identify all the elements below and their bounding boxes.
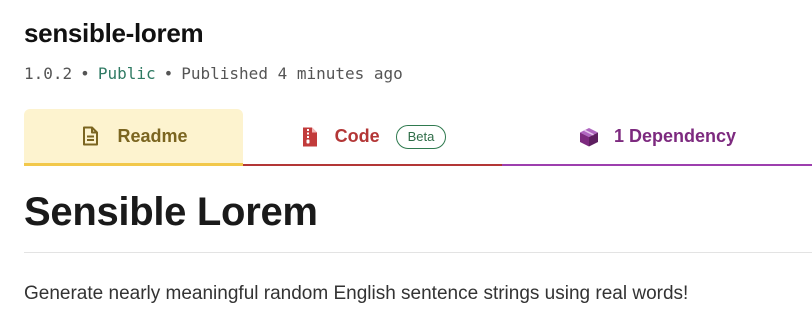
tab-code-label: Code	[334, 126, 380, 146]
code-file-icon	[299, 126, 321, 148]
tab-readme[interactable]: Readme	[24, 109, 243, 166]
readme-description: Generate nearly meaningful random Englis…	[24, 283, 689, 304]
tab-dependencies-label: 1 Dependency	[613, 126, 737, 146]
readme-title: Sensible Lorem	[24, 190, 318, 234]
tab-code[interactable]: Code Beta	[243, 109, 502, 166]
meta-separator: •	[80, 64, 90, 83]
readme-file-icon	[79, 125, 101, 147]
version-text: 1.0.2	[24, 64, 73, 83]
package-meta: 1.0.2 • Public • Published 4 minutes ago	[24, 64, 403, 83]
tab-dependencies[interactable]: 1 Dependency	[502, 109, 812, 166]
package-box-icon	[578, 126, 600, 148]
beta-badge: Beta	[395, 124, 447, 149]
package-name: sensible-lorem	[24, 18, 204, 48]
tab-readme-label: Readme	[117, 125, 188, 146]
meta-separator: •	[163, 64, 174, 83]
title-divider	[24, 252, 812, 253]
package-tabs: Readme Code Beta 1 Dependency	[24, 109, 812, 166]
visibility-text: Public	[97, 64, 156, 83]
published-text: Published 4 minutes ago	[181, 64, 403, 83]
